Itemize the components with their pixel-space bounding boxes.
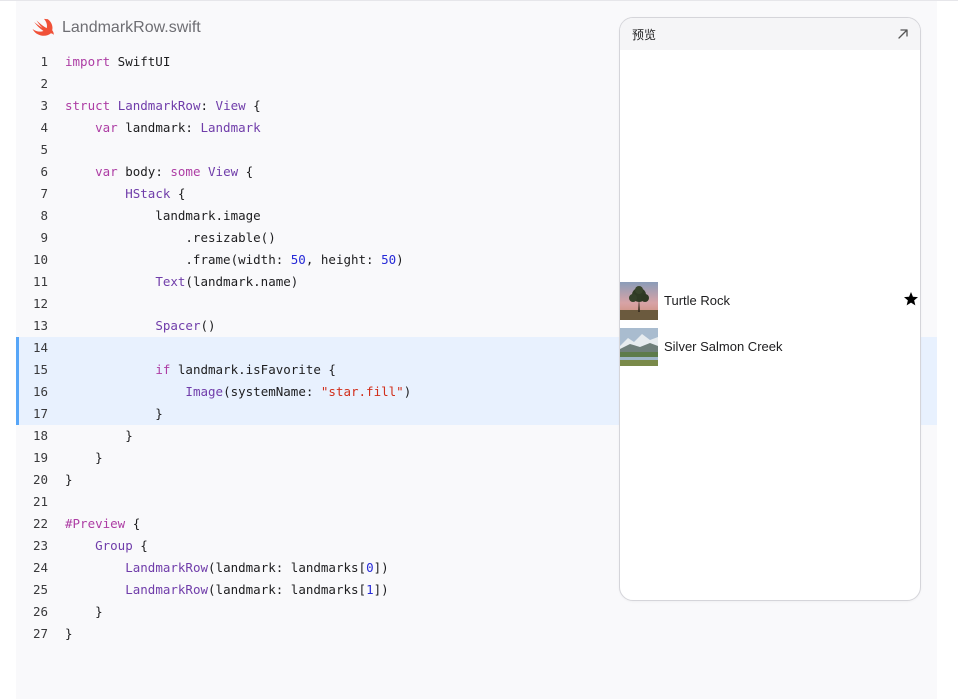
code-text: } [65,406,163,421]
turtle-rock-thumbnail [620,282,658,320]
line-number: 6 [40,164,48,179]
code-text: var body: some View { [95,164,254,179]
code-line: 27} [16,623,937,645]
line-number: 27 [32,626,48,641]
code-text: Group { [95,538,148,553]
code-text: import SwiftUI [65,54,171,69]
line-number: 15 [32,362,48,377]
landmark-name: Silver Salmon Creek [664,339,783,354]
code-text: #Preview { [65,516,141,531]
line-number: 14 [32,340,48,355]
landmark-name: Turtle Rock [664,293,730,308]
line-number: 3 [40,98,48,113]
file-header: LandmarkRow.swift [32,17,201,39]
code-line: 26 } [16,601,937,623]
line-number: 2 [40,76,48,91]
silver-salmon-creek-thumbnail [620,328,658,366]
file-name: LandmarkRow.swift [62,19,201,36]
line-number: 10 [32,252,48,267]
code-text: } [65,626,73,641]
line-number: 23 [32,538,48,553]
line-number: 17 [32,406,48,421]
preview-header: 预览 [620,18,920,50]
line-number: 16 [32,384,48,399]
landmark-row: Turtle Rock [620,282,920,322]
code-text: } [65,428,133,443]
code-text: Text(landmark.name) [155,274,299,289]
line-number: 26 [32,604,48,619]
code-text: } [65,450,103,465]
line-number: 8 [40,208,48,223]
code-text: if landmark.isFavorite { [155,362,336,377]
code-text: } [65,604,103,619]
code-text: Image(systemName: "star.fill") [185,384,412,399]
code-text: .frame(width: 50, height: 50) [65,252,404,267]
swift-logo-icon [32,18,54,36]
code-text: LandmarkRow(landmark: landmarks[1]) [125,582,389,597]
line-number: 13 [32,318,48,333]
line-number: 20 [32,472,48,487]
code-text: var landmark: Landmark [95,120,261,135]
preview-title: 预览 [632,28,657,42]
line-number: 22 [32,516,48,531]
preview-panel: 预览 Turtle Rock Silver Salmon Creek [619,17,921,601]
expand-arrow-icon[interactable] [896,27,910,41]
code-text: landmark.image [65,208,261,223]
line-number: 24 [32,560,48,575]
line-number: 9 [40,230,48,245]
line-number: 21 [32,494,48,509]
code-text: Spacer() [155,318,216,333]
line-number: 11 [32,274,48,289]
code-text: } [65,472,73,487]
code-text: .resizable() [65,230,276,245]
code-text: LandmarkRow(landmark: landmarks[0]) [125,560,389,575]
star-fill-icon [904,292,918,306]
line-number: 19 [32,450,48,465]
line-number: 4 [40,120,48,135]
code-text: HStack { [125,186,186,201]
code-text: struct LandmarkRow: View { [65,98,261,113]
line-number: 7 [40,186,48,201]
line-number: 1 [40,54,48,69]
landmark-row: Silver Salmon Creek [620,328,920,368]
line-number: 12 [32,296,48,311]
line-number: 5 [40,142,48,157]
line-number: 18 [32,428,48,443]
line-number: 25 [32,582,48,597]
